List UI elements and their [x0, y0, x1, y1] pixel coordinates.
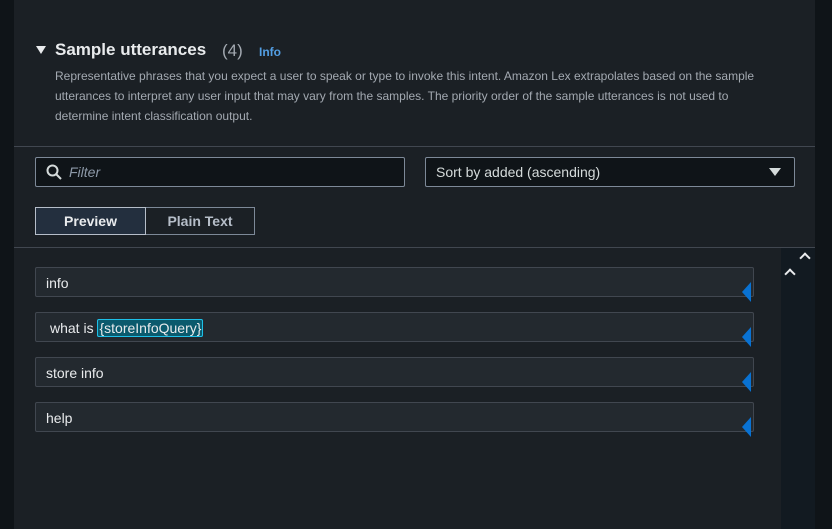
- section-title: Sample utterances: [55, 40, 207, 59]
- utterance-item-help[interactable]: help: [35, 402, 754, 437]
- edit-marker-icon: [742, 417, 751, 437]
- info-link[interactable]: Info: [259, 45, 281, 59]
- scroll-up-icon[interactable]: [799, 252, 811, 264]
- utterance-item-info[interactable]: info: [35, 267, 754, 302]
- sample-utterances-panel: Sample utterances (4) Info Representativ…: [14, 22, 815, 529]
- expand-caret-icon[interactable]: [36, 46, 46, 54]
- edit-marker-icon: [742, 327, 751, 347]
- utterance-item-store-info[interactable]: store info: [35, 357, 754, 392]
- filter-input[interactable]: Filter: [35, 157, 405, 187]
- edit-marker-icon: [742, 282, 751, 302]
- utterance-count: (4): [222, 41, 243, 60]
- edit-marker-icon: [742, 372, 751, 392]
- plain-text-button[interactable]: Plain Text: [146, 207, 255, 235]
- sort-selected-value: Sort by added (ascending): [436, 164, 601, 180]
- preview-button[interactable]: Preview: [35, 207, 146, 235]
- scroll-to-top-icon[interactable]: [784, 268, 796, 280]
- utterance-text: info: [46, 275, 69, 291]
- utterance-text: help: [46, 410, 73, 426]
- slot-token[interactable]: {storeInfoQuery}: [97, 319, 204, 337]
- view-toggle: Preview Plain Text: [35, 207, 255, 235]
- search-icon: [46, 164, 62, 185]
- utterance-text: what is: [50, 320, 98, 336]
- utterance-text-row: what is {storeInfoQuery}: [50, 319, 204, 337]
- divider: [14, 247, 815, 248]
- utterance-item-what-is[interactable]: what is {storeInfoQuery}: [35, 312, 754, 347]
- filter-placeholder: Filter: [69, 164, 101, 180]
- scrollbar[interactable]: [781, 248, 815, 529]
- section-header: Sample utterances (4) Info Representativ…: [14, 22, 815, 147]
- caret-down-icon: [769, 168, 781, 176]
- utterance-text: store info: [46, 365, 104, 381]
- sort-select[interactable]: Sort by added (ascending): [425, 157, 795, 187]
- section-description: Representative phrases that you expect a…: [55, 69, 755, 123]
- previous-section-panel: [14, 0, 815, 23]
